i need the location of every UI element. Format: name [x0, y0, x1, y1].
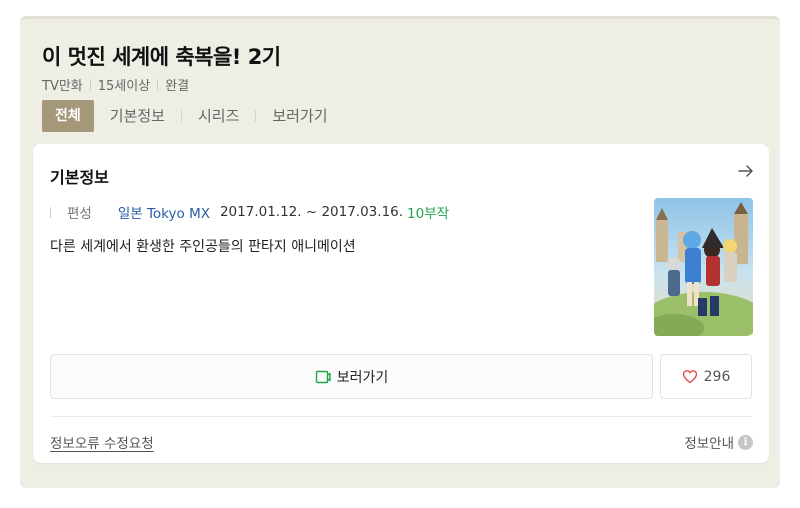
heart-icon: [682, 370, 697, 384]
broadcast-dates: 2017.01.12. ~ 2017.03.16.: [219, 204, 404, 220]
basic-info-card: 기본정보 편성 일본 Tokyo MX 2017.01.12. ~ 2017.0…: [33, 144, 769, 463]
like-button[interactable]: 296: [660, 354, 752, 399]
info-icon: i: [738, 434, 753, 450]
episode-count: 10부작: [407, 206, 450, 222]
meta-info: TV만화 15세이상 완결: [42, 75, 189, 94]
content-panel: 이 멋진 세계에 축복을! 2기 TV만화 15세이상 완결 전체 기본정보 시…: [20, 16, 780, 488]
tab-watch[interactable]: 보러가기: [272, 100, 327, 132]
tab-series[interactable]: 시리즈: [198, 100, 239, 132]
meta-category: TV만화: [42, 79, 83, 94]
meta-rating: 15세이상: [97, 79, 151, 94]
play-icon: [315, 370, 331, 383]
broadcast-label: 편성: [67, 206, 92, 222]
watch-button[interactable]: 보러가기: [50, 354, 653, 399]
meta-divider: [89, 79, 91, 90]
info-guide-label: 정보안내: [684, 436, 734, 452]
arrow-right-icon[interactable]: [737, 162, 755, 180]
tab-all[interactable]: 전체: [42, 100, 94, 132]
tab-bar: 전체 기본정보 시리즈 보러가기: [42, 100, 328, 132]
tab-divider: [255, 110, 257, 122]
description: 다른 세계에서 환생한 주인공들의 판타지 애니메이션: [50, 239, 356, 255]
meta-divider: [157, 79, 159, 90]
watch-label: 보러가기: [336, 369, 389, 386]
tab-divider: [180, 110, 182, 122]
info-bar: [50, 206, 51, 218]
broadcaster-link[interactable]: 일본 Tokyo MX: [118, 202, 210, 222]
poster-image[interactable]: [654, 198, 753, 336]
report-error-link[interactable]: 정보오류 수정요청: [50, 432, 154, 452]
card-title: 기본정보: [50, 168, 109, 187]
card-divider: [50, 416, 752, 417]
broadcast-info: 편성 일본 Tokyo MX 2017.01.12. ~ 2017.03.16.…: [50, 202, 449, 222]
meta-status: 완결: [165, 79, 190, 94]
tab-basic-info[interactable]: 기본정보: [110, 100, 165, 132]
like-count: 296: [703, 368, 731, 385]
info-guide-button[interactable]: 정보안내 i: [684, 432, 753, 452]
page-title: 이 멋진 세계에 축복을! 2기: [42, 45, 281, 69]
